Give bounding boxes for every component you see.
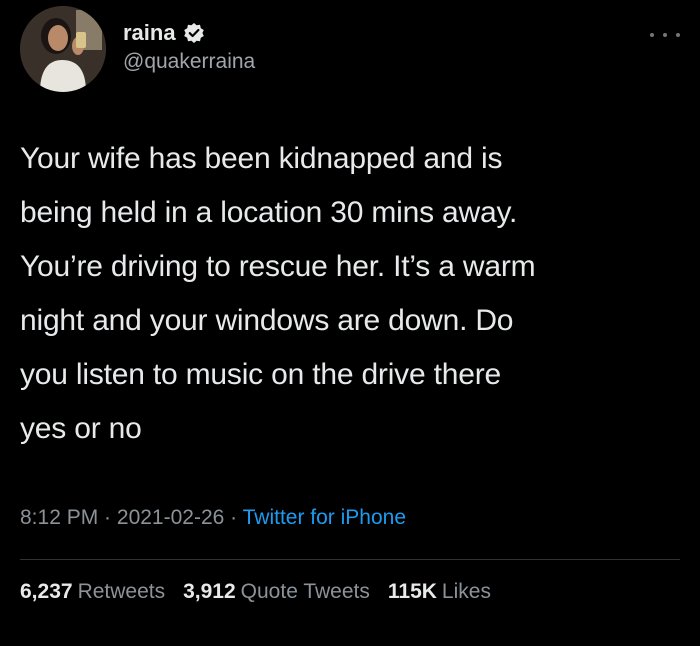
retweets-label: Retweets [77,580,166,603]
quotes-label: Quote Tweets [240,580,370,603]
tweet-time[interactable]: 8:12 PM [20,506,98,529]
author-handle[interactable]: @quakerraina [123,50,255,74]
meta-separator: · [98,506,117,529]
more-options-icon[interactable] [650,28,680,42]
more-dot [663,33,667,37]
more-dot [676,33,680,37]
tweet-source-link[interactable]: Twitter for iPhone [243,506,406,529]
likes-count: 115K [387,580,437,603]
tweet-stats: 6,237 Retweets 3,912 Quote Tweets 115K Like… [20,580,491,604]
divider [20,559,680,560]
quote-tweets-stat[interactable]: 3,912 Quote Tweets [183,580,370,604]
likes-label: Likes [441,580,491,603]
quotes-count: 3,912 [183,580,236,603]
author-names: raina @quakerraina [123,18,255,74]
tweet-card: raina @quakerraina Your wife has been ki… [0,0,700,646]
meta-separator: · [224,506,243,529]
display-name[interactable]: raina [123,20,176,46]
tweet-date[interactable]: 2021-02-26 [117,506,224,529]
display-name-row: raina [123,18,255,48]
verified-badge-icon [183,22,205,44]
tweet-meta: 8:12 PM · 2021-02-26 · Twitter for iPhon… [20,506,406,530]
tweet-text: Your wife has been kidnapped and is bein… [20,142,536,445]
likes-stat[interactable]: 115K Likes [388,580,491,604]
avatar-photo-icon [20,6,106,92]
retweets-stat[interactable]: 6,237 Retweets [20,580,165,604]
retweets-count: 6,237 [20,580,73,603]
tweet-header: raina @quakerraina [20,4,255,94]
more-dot [650,33,654,37]
avatar[interactable] [20,6,106,92]
